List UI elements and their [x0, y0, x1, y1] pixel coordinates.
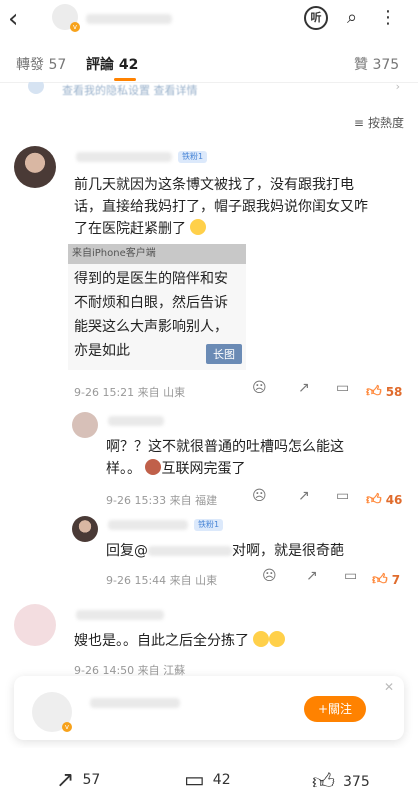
back-chevron-icon[interactable]: ‹: [8, 4, 18, 34]
thumbs-up-icon: 👍︎: [312, 770, 335, 795]
repost-button[interactable]: ↗ 57: [56, 768, 100, 793]
verified-badge-icon: v: [70, 22, 80, 32]
reply-avatar[interactable]: [72, 516, 98, 542]
replier-name-blurred[interactable]: [108, 416, 164, 426]
active-tab-indicator: [114, 78, 136, 81]
author-name-blurred[interactable]: [90, 698, 180, 708]
comment-button[interactable]: ▭ 42: [184, 768, 231, 793]
search-icon[interactable]: ⌕: [340, 6, 364, 30]
commenter-name-blurred[interactable]: [76, 610, 164, 620]
notice-text: 查看我的隐私设置 查看详情: [62, 84, 198, 97]
fan-badge: 铁粉1: [194, 519, 224, 531]
shield-icon: [28, 82, 44, 94]
long-image-tag: 长图: [206, 344, 242, 364]
reply-avatar[interactable]: [72, 412, 98, 438]
privacy-notice[interactable]: 查看我的隐私设置 查看详情 ›: [14, 82, 404, 98]
dislike-icon[interactable]: ☹: [252, 380, 267, 396]
tab-repost[interactable]: 轉發 57: [16, 54, 66, 74]
reply-meta: 9-26 15:33 来自 福建: [106, 494, 218, 507]
replier-name-blurred[interactable]: [108, 520, 188, 530]
thumbs-up-icon: 👍︎: [372, 570, 388, 588]
comment-avatar[interactable]: [14, 146, 56, 188]
tab-bar: 轉發 57 評論 42 贊 375: [0, 46, 418, 81]
emoji-icon: [269, 631, 286, 647]
dislike-icon[interactable]: ☹: [262, 568, 277, 584]
comment-meta: 9-26 15:21 来自 山東: [74, 386, 186, 399]
reply-meta: 9-26 15:44 来自 山東: [106, 574, 218, 587]
top-bar: ‹ v 听 ⌕ ⋮: [0, 0, 418, 38]
verified-badge-icon: v: [62, 722, 72, 732]
share-icon[interactable]: ↗: [306, 568, 318, 584]
fan-badge: 铁粉1: [178, 151, 208, 163]
sort-label: 按熱度: [367, 116, 404, 130]
mention-blurred[interactable]: [148, 546, 232, 556]
close-icon[interactable]: ✕: [384, 680, 394, 694]
tab-comments[interactable]: 評論 42: [86, 54, 138, 74]
bottom-action-bar: ↗ 57 ▭ 42 👍︎ 375: [0, 748, 418, 800]
dislike-icon[interactable]: ☹: [252, 488, 267, 504]
image-source-ribbon: 来自iPhone客户端: [68, 244, 246, 264]
follow-button[interactable]: +關注: [304, 696, 366, 722]
comment-text: 嫂也是。。自此之后全分拣了: [74, 630, 406, 652]
reply-text: 回复@ 对啊，就是很奇葩: [106, 543, 344, 559]
crying-emoji-icon: [190, 219, 207, 235]
reply-icon[interactable]: ▭: [344, 568, 357, 584]
like-button[interactable]: 👍︎ 375: [312, 768, 370, 795]
share-icon[interactable]: ↗: [298, 488, 310, 504]
follow-card: v +關注 ✕: [14, 676, 404, 740]
like-button[interactable]: 👍︎ 46: [366, 490, 402, 509]
comment-icon: ▭: [184, 768, 205, 793]
chevron-right-icon: ›: [395, 82, 400, 93]
share-icon[interactable]: ↗: [298, 380, 310, 396]
comment-text: 前几天就因为这条博文被找了，没有跟我打电 话，直接给我妈打了，帽子跟我妈说你闺女…: [74, 177, 368, 237]
author-name-blurred[interactable]: [86, 14, 172, 24]
more-icon[interactable]: ⋮: [376, 6, 400, 30]
commenter-name-blurred[interactable]: [76, 152, 172, 162]
clock-emoji-icon: [145, 459, 162, 475]
reply-icon[interactable]: ▭: [336, 488, 349, 504]
listen-icon[interactable]: 听: [304, 6, 328, 30]
thumbs-up-icon: 👍︎: [366, 382, 382, 400]
comment-long-image[interactable]: 来自iPhone客户端 得到的是医生的陪伴和安 不耐烦和白眼，然后告诉 能哭这么…: [68, 244, 246, 370]
like-button[interactable]: 👍︎ 58: [366, 382, 402, 401]
reply-text: 啊？？这不就很普通的吐槽吗怎么能这 样。。 互联网完蛋了: [106, 439, 344, 477]
sort-icon: ≡: [353, 116, 364, 130]
comment-avatar[interactable]: [14, 604, 56, 646]
share-icon: ↗: [56, 768, 75, 793]
sort-toggle[interactable]: ≡ 按熱度: [354, 114, 404, 131]
reply-icon[interactable]: ▭: [336, 380, 349, 396]
thumbs-up-icon: 👍︎: [366, 490, 382, 508]
emoji-icon: [253, 631, 270, 647]
tab-likes[interactable]: 贊 375: [354, 54, 399, 74]
like-button[interactable]: 👍︎ 7: [372, 570, 400, 589]
